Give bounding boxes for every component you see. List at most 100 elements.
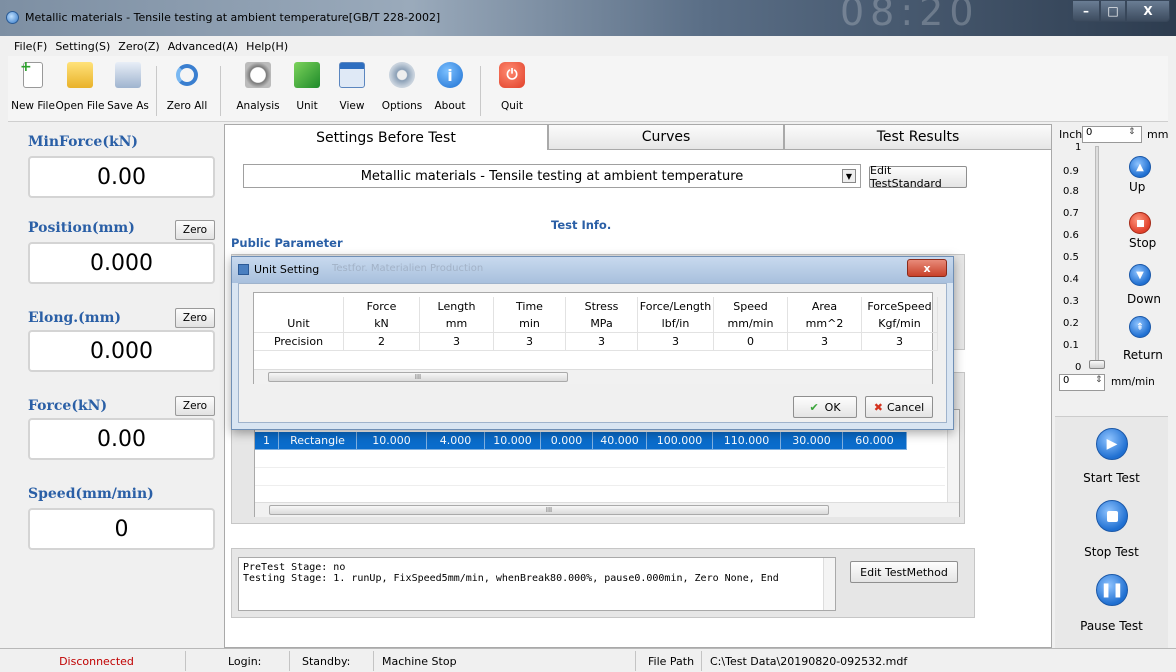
edit-test-standard-button[interactable]: Edit TestStandard (869, 164, 967, 190)
tab-test-results[interactable]: Test Results (784, 124, 1052, 150)
scrollbar-thumb[interactable]: III (268, 372, 568, 382)
cancel-button[interactable]: ✖ Cancel (865, 396, 933, 418)
spin-icon[interactable]: ⇕ (1095, 375, 1103, 385)
menu-advanced[interactable]: Advanced(A) (164, 40, 242, 53)
zero-all-label: Zero All (166, 100, 208, 112)
analysis-button[interactable]: Analysis (234, 62, 282, 112)
maximize-button[interactable]: □ (1100, 0, 1126, 22)
new-file-button[interactable]: + New File (8, 59, 58, 112)
dialog-close-button[interactable]: x (907, 259, 947, 277)
table-cell[interactable]: mm/min (714, 315, 788, 333)
table-cell[interactable]: 3 (494, 333, 566, 351)
zero-all-button[interactable]: Zero All (162, 62, 212, 112)
quit-button[interactable]: ⏻ Quit (492, 62, 532, 112)
table-header-cell (254, 297, 344, 315)
unit-button[interactable]: Unit (287, 62, 327, 112)
zero-elong-button[interactable]: Zero (175, 308, 215, 328)
save-as-label: Save As (107, 100, 149, 112)
table-cell[interactable]: min (494, 315, 566, 333)
menu-file[interactable]: File(F) (10, 40, 51, 53)
scale-tick: 1 (1075, 142, 1082, 153)
stop-test-icon[interactable] (1096, 500, 1128, 532)
table-header-cell: Stress (566, 297, 638, 315)
analysis-label: Analysis (236, 100, 280, 112)
pause-test-label[interactable]: Pause Test (1055, 619, 1168, 633)
horizontal-scrollbar[interactable]: III (254, 369, 932, 384)
table-row[interactable]: 1 Rectangle 10.000 4.000 10.000 0.000 40… (255, 432, 907, 450)
stop-icon-glyph (1137, 220, 1144, 227)
table-cell[interactable]: kN (344, 315, 420, 333)
minimize-button[interactable]: – (1072, 0, 1100, 22)
gears-icon (389, 62, 415, 88)
scrollbar-thumb[interactable]: III (269, 505, 829, 515)
test-standard-select[interactable]: Metallic materials - Tensile testing at … (243, 164, 861, 188)
table-cell[interactable]: mm^2 (788, 315, 862, 333)
speed-unit-label: mm/min (1111, 376, 1155, 388)
menu-zero[interactable]: Zero(Z) (114, 40, 163, 53)
save-as-button[interactable]: Save As (106, 62, 150, 112)
quit-label: Quit (501, 100, 523, 112)
zero-force-button[interactable]: Zero (175, 396, 215, 416)
table-cell[interactable]: lbf/in (638, 315, 714, 333)
table-cell[interactable]: Kgf/min (862, 315, 938, 333)
stop-label[interactable]: Stop (1129, 236, 1156, 250)
table-cell[interactable]: 3 (788, 333, 862, 351)
play-icon[interactable]: ▶ (1096, 428, 1128, 460)
speed-slider-handle[interactable] (1089, 360, 1105, 369)
start-test-label[interactable]: Start Test (1055, 471, 1168, 485)
table-row[interactable] (254, 351, 934, 369)
return-icon[interactable]: ⇞ (1129, 316, 1151, 338)
table-row[interactable] (255, 468, 945, 486)
tab-settings-before-test[interactable]: Settings Before Test (224, 124, 548, 150)
table-cell: 30.000 (781, 432, 843, 450)
spin-icon[interactable]: ⇕ (1128, 127, 1136, 137)
table-row[interactable] (255, 450, 945, 468)
scale-tick: 0.9 (1063, 166, 1079, 177)
close-button[interactable]: X (1126, 0, 1170, 22)
ok-label: OK (824, 400, 841, 414)
about-button[interactable]: i About (430, 62, 470, 112)
ok-button[interactable]: ✔ OK (793, 396, 857, 418)
readout-panel: MinForce(kN) 0.00 Position(mm) Zero 0.00… (8, 124, 220, 648)
desktop-clock: 08:20 (840, 0, 980, 34)
table-cell[interactable]: MPa (566, 315, 638, 333)
up-arrow-icon[interactable]: ▲ (1129, 156, 1151, 178)
view-button[interactable]: View (332, 62, 372, 112)
speed-slider-track[interactable] (1095, 146, 1099, 362)
check-icon: ✔ (809, 400, 819, 414)
table-cell[interactable]: 3 (420, 333, 494, 351)
pause-icon[interactable]: ❚❚ (1096, 574, 1128, 606)
stop-icon[interactable] (1129, 212, 1151, 234)
options-button[interactable]: Options (378, 62, 426, 112)
about-label: About (434, 100, 466, 112)
menu-setting[interactable]: Setting(S) (51, 40, 114, 53)
table-cell[interactable]: 3 (638, 333, 714, 351)
table-cell[interactable]: 2 (344, 333, 420, 351)
table-cell[interactable]: mm (420, 315, 494, 333)
unit-setting-dialog: Unit Setting Testfor. Materialien Produc… (231, 256, 954, 430)
test-method-text[interactable]: PreTest Stage: no Testing Stage: 1. runU… (238, 557, 836, 611)
unit-table[interactable]: Force Length Time Stress Force/Length Sp… (253, 292, 938, 384)
open-file-button[interactable]: Open File (54, 62, 106, 112)
table-row[interactable]: Precision 2 3 3 3 3 0 3 3 (254, 333, 938, 351)
horizontal-scrollbar[interactable]: III (255, 502, 959, 517)
table-cell[interactable]: 3 (566, 333, 638, 351)
return-label[interactable]: Return (1123, 348, 1163, 362)
chevron-down-icon[interactable]: ▼ (842, 169, 856, 183)
edit-test-method-button[interactable]: Edit TestMethod (850, 561, 958, 583)
vertical-scrollbar[interactable] (823, 558, 835, 610)
app-window: Metallic materials - Tensile testing at … (0, 0, 1176, 672)
stop-test-label[interactable]: Stop Test (1055, 545, 1168, 559)
table-header-cell: Speed (714, 297, 788, 315)
public-parameter-heading: Public Parameter (231, 236, 343, 250)
down-label[interactable]: Down (1127, 292, 1161, 306)
zero-position-button[interactable]: Zero (175, 220, 215, 240)
tab-curves[interactable]: Curves (548, 124, 784, 150)
down-arrow-icon[interactable]: ▼ (1129, 264, 1151, 286)
menu-help[interactable]: Help(H) (242, 40, 292, 53)
table-row[interactable]: Unit kN mm min MPa lbf/in mm/min mm^2 Kg… (254, 315, 938, 333)
table-cell[interactable]: 0 (714, 333, 788, 351)
testing-stage-line: Testing Stage: 1. runUp, FixSpeed5mm/min… (243, 573, 779, 584)
up-label[interactable]: Up (1129, 180, 1145, 194)
table-cell[interactable]: 3 (862, 333, 938, 351)
